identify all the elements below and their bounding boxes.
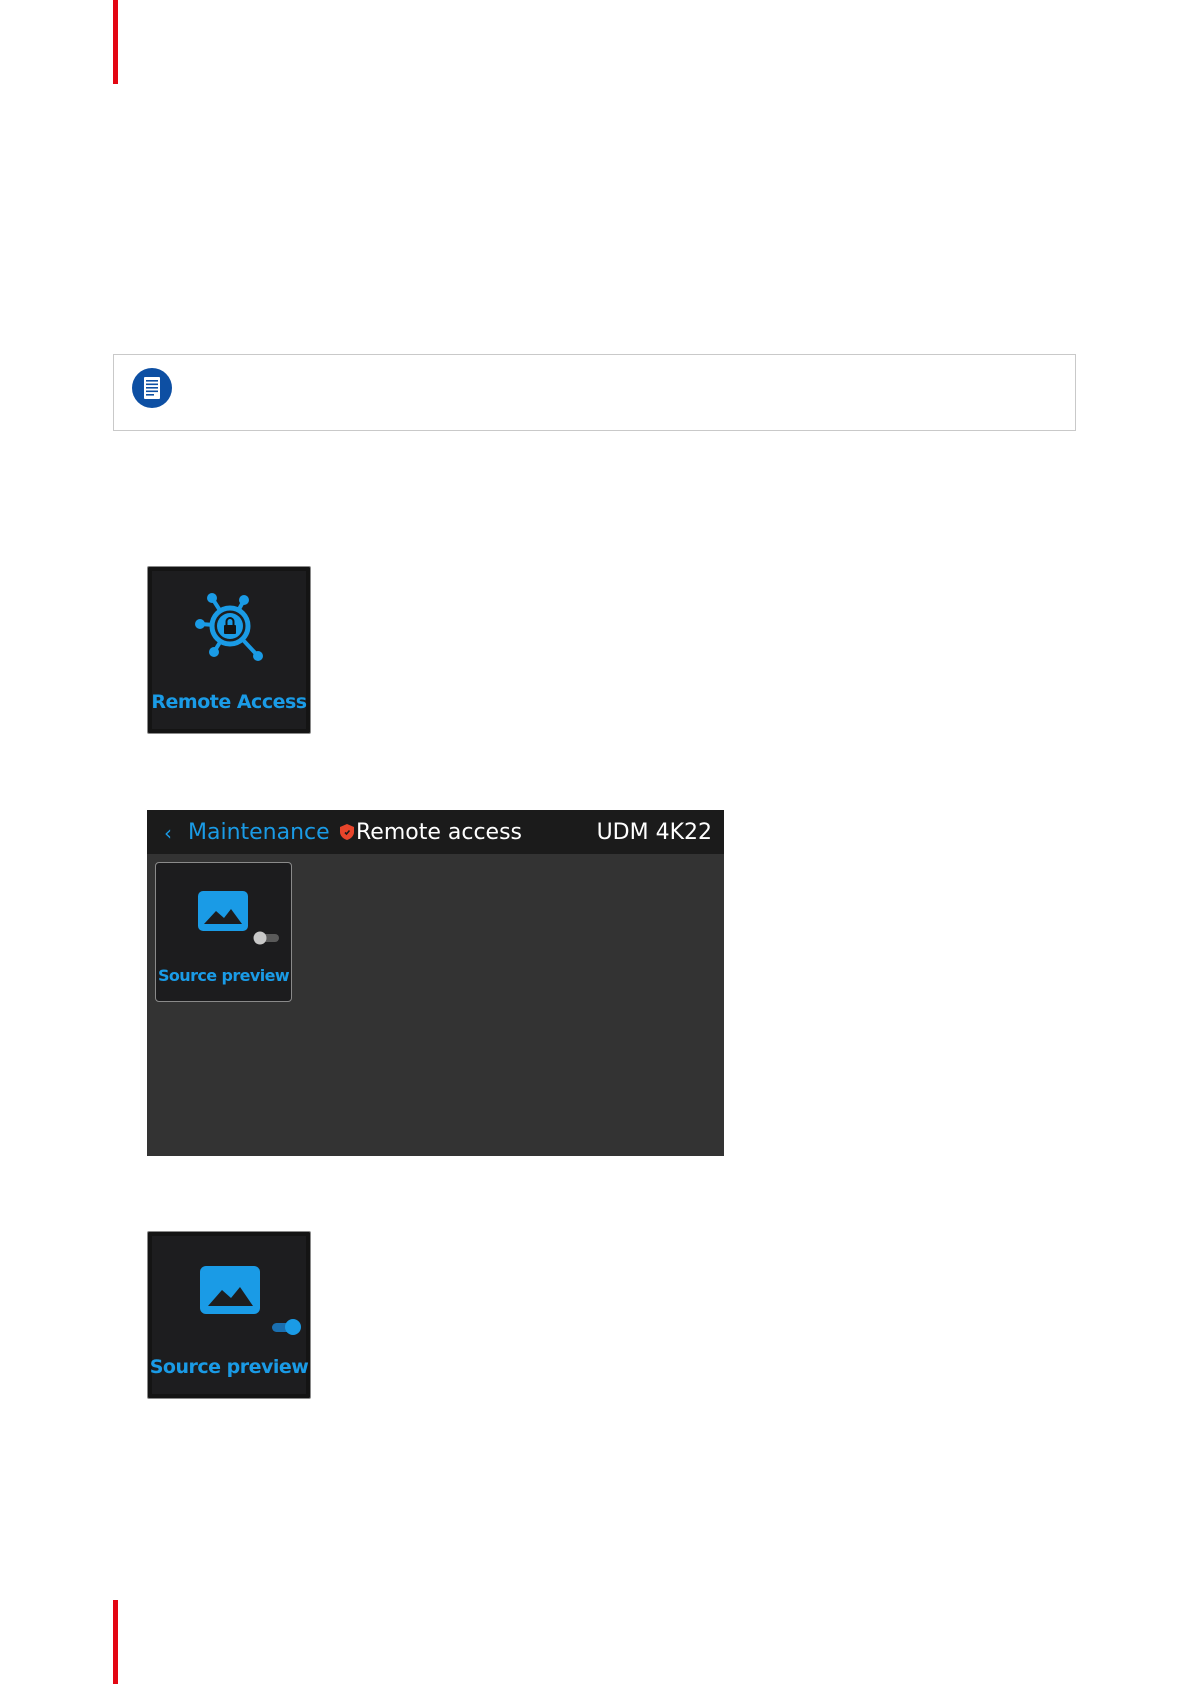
source-preview-label: Source preview xyxy=(157,966,290,985)
breadcrumb-back-link[interactable]: Maintenance xyxy=(188,820,330,845)
toggle-switch-off[interactable] xyxy=(253,931,281,945)
chevron-left-icon[interactable]: ‹ xyxy=(164,821,172,845)
page-title: Remote access xyxy=(356,820,523,845)
toggle-switch-on[interactable] xyxy=(270,1318,302,1336)
network-lock-icon xyxy=(195,593,263,661)
shield-icon xyxy=(340,824,354,840)
footer-accent-bar xyxy=(113,1600,118,1684)
header-accent-bar xyxy=(113,0,118,84)
image-icon xyxy=(198,891,248,931)
source-preview-tile-enabled[interactable]: Source preview xyxy=(147,1231,311,1399)
source-preview-label: Source preview xyxy=(149,1356,309,1378)
image-icon xyxy=(200,1266,260,1314)
remote-access-screen: ‹ Maintenance Remote access UDM 4K22 Sou… xyxy=(147,810,724,1156)
note-box xyxy=(113,354,1076,431)
source-preview-tile[interactable]: Source preview xyxy=(155,862,292,1002)
screen-header: ‹ Maintenance Remote access UDM 4K22 xyxy=(147,810,724,854)
remote-access-tile[interactable]: Remote Access xyxy=(147,566,311,734)
device-name: UDM 4K22 xyxy=(596,820,712,845)
remote-access-label: Remote Access xyxy=(151,691,307,713)
note-document-icon xyxy=(132,368,172,408)
